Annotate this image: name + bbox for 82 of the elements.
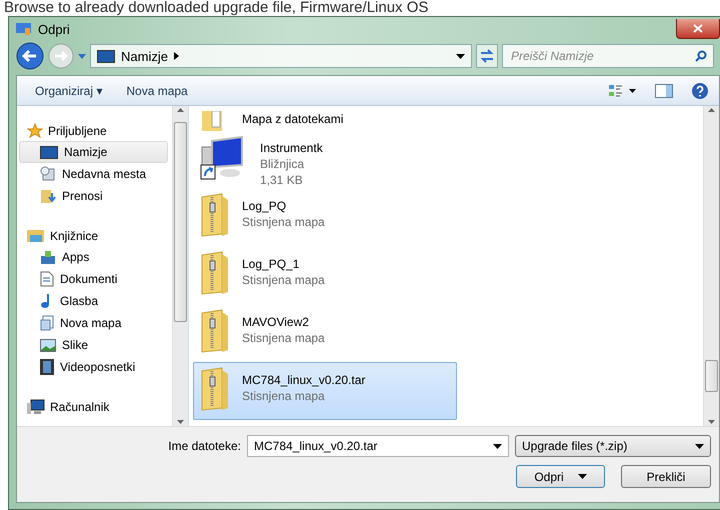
monitor-icon: [97, 50, 115, 62]
back-button[interactable]: [16, 42, 44, 70]
history-dropdown-icon[interactable]: [78, 54, 86, 58]
sidebar-group[interactable]: Računalnik: [17, 396, 172, 417]
toolbar-button[interactable]: Nova mapa: [118, 80, 196, 102]
search-field[interactable]: Preišči Namizje: [502, 44, 714, 68]
film-icon: [40, 359, 54, 375]
close-icon: [693, 24, 703, 33]
scroll-up-icon[interactable]: [177, 108, 184, 112]
filename-label: Ime datoteke:: [168, 439, 241, 453]
library-icon: [40, 315, 54, 331]
search-input[interactable]: Preišči Namizje: [509, 48, 695, 64]
file-item[interactable]: Instrumentk Bližnjica 1,31 KB: [193, 130, 457, 188]
file-detail: Stisnjena mapa: [242, 214, 325, 230]
open-button[interactable]: Odpri: [516, 465, 605, 488]
file-detail: 1,31 KB: [260, 172, 304, 188]
scroll-down-icon[interactable]: [177, 420, 184, 424]
sidebar-item[interactable]: Glasba: [19, 290, 168, 312]
scrollbar-thumb[interactable]: [174, 122, 187, 322]
file-item[interactable]: Mapa z datotekami: [193, 106, 457, 130]
star-icon: [27, 122, 43, 138]
search-icon: [695, 50, 707, 62]
document-icon: [40, 271, 54, 287]
address-dropdown-icon: [456, 54, 465, 58]
view-options-icon[interactable]: [609, 84, 637, 98]
sidebar-item[interactable]: Apps: [19, 246, 168, 268]
window-title: Odpri: [38, 22, 70, 36]
zipped-folder-icon: [200, 309, 230, 353]
caption-text: Browse to already downloaded upgrade file, Firmware/Linux OS: [3, 0, 430, 16]
file-name: Log_PQ: [242, 198, 288, 214]
zipped-folder-icon: [200, 251, 230, 295]
file-item[interactable]: MAVOView2 Stisnjena mapa: [193, 304, 457, 362]
caret-icon: [493, 444, 502, 448]
library-folder-icon: [27, 228, 45, 243]
scrollbar[interactable]: [703, 106, 719, 426]
file-item[interactable]: Log_PQ_1 Stisnjena mapa: [193, 246, 457, 304]
file-name: MAVOView2: [242, 314, 310, 330]
refresh-button[interactable]: [476, 44, 498, 68]
file-detail: Stisnjena mapa: [242, 272, 325, 288]
sidebar-item[interactable]: Nedavna mesta: [19, 163, 168, 185]
apps-icon: [40, 250, 56, 264]
scrollbar-thumb[interactable]: [705, 360, 718, 392]
file-detail: Bližnjica: [260, 156, 306, 172]
help-icon[interactable]: [691, 82, 709, 100]
file-item[interactable]: Log_PQ Stisnjena mapa: [193, 188, 457, 246]
sidebar-item[interactable]: Nova mapa: [19, 312, 168, 334]
sidebar-group[interactable]: Priljubljene: [17, 120, 172, 141]
sidebar-item[interactable]: Dokumenti: [19, 268, 168, 290]
caret-icon: [695, 444, 704, 448]
computer-icon: [27, 398, 45, 414]
scrollbar[interactable]: [172, 106, 188, 426]
file-item[interactable]: MC784_linux_v0.20.tar Stisnjena mapa: [193, 362, 457, 420]
file-name: Mapa z datotekami: [242, 111, 344, 127]
picture-icon: [40, 338, 56, 352]
breadcrumb-location[interactable]: Namizje: [121, 48, 168, 64]
sidebar-group[interactable]: Knjižnice: [17, 225, 172, 246]
file-detail: Stisnjena mapa: [242, 330, 325, 346]
preview-pane-icon[interactable]: [655, 84, 673, 98]
address-bar[interactable]: Namizje: [90, 44, 472, 68]
file-name: Log_PQ_1: [242, 256, 300, 272]
close-button[interactable]: [676, 19, 720, 39]
scroll-down-icon[interactable]: [708, 420, 715, 424]
cancel-button[interactable]: Prekliči: [621, 465, 711, 488]
monitor-icon: [40, 146, 58, 158]
zipped-folder-icon: [200, 367, 230, 411]
filename-field[interactable]: MC784_linux_v0.20.tar: [247, 435, 509, 457]
file-name: MC784_linux_v0.20.tar: [242, 372, 366, 388]
toolbar-button[interactable]: Organiziraj ▾: [27, 80, 110, 102]
sidebar-item[interactable]: Videoposnetki: [19, 356, 168, 378]
file-name: Instrumentk: [260, 140, 323, 156]
scroll-up-icon[interactable]: [708, 108, 715, 112]
zipped-folder-icon: [200, 193, 230, 237]
breadcrumb-arrow-icon: [174, 52, 179, 60]
sidebar-item[interactable]: Namizje: [19, 141, 168, 163]
caret-icon: [578, 474, 587, 479]
file-detail: Stisnjena mapa: [242, 388, 326, 404]
folder-download-icon: [40, 188, 56, 204]
sidebar-item[interactable]: Prenosi: [19, 185, 168, 207]
window-app-icon: [16, 22, 32, 36]
sidebar-item[interactable]: Slike: [19, 334, 168, 356]
file-type-dropdown[interactable]: Upgrade files (*.zip): [515, 435, 711, 457]
recent-places-icon: [40, 166, 56, 182]
